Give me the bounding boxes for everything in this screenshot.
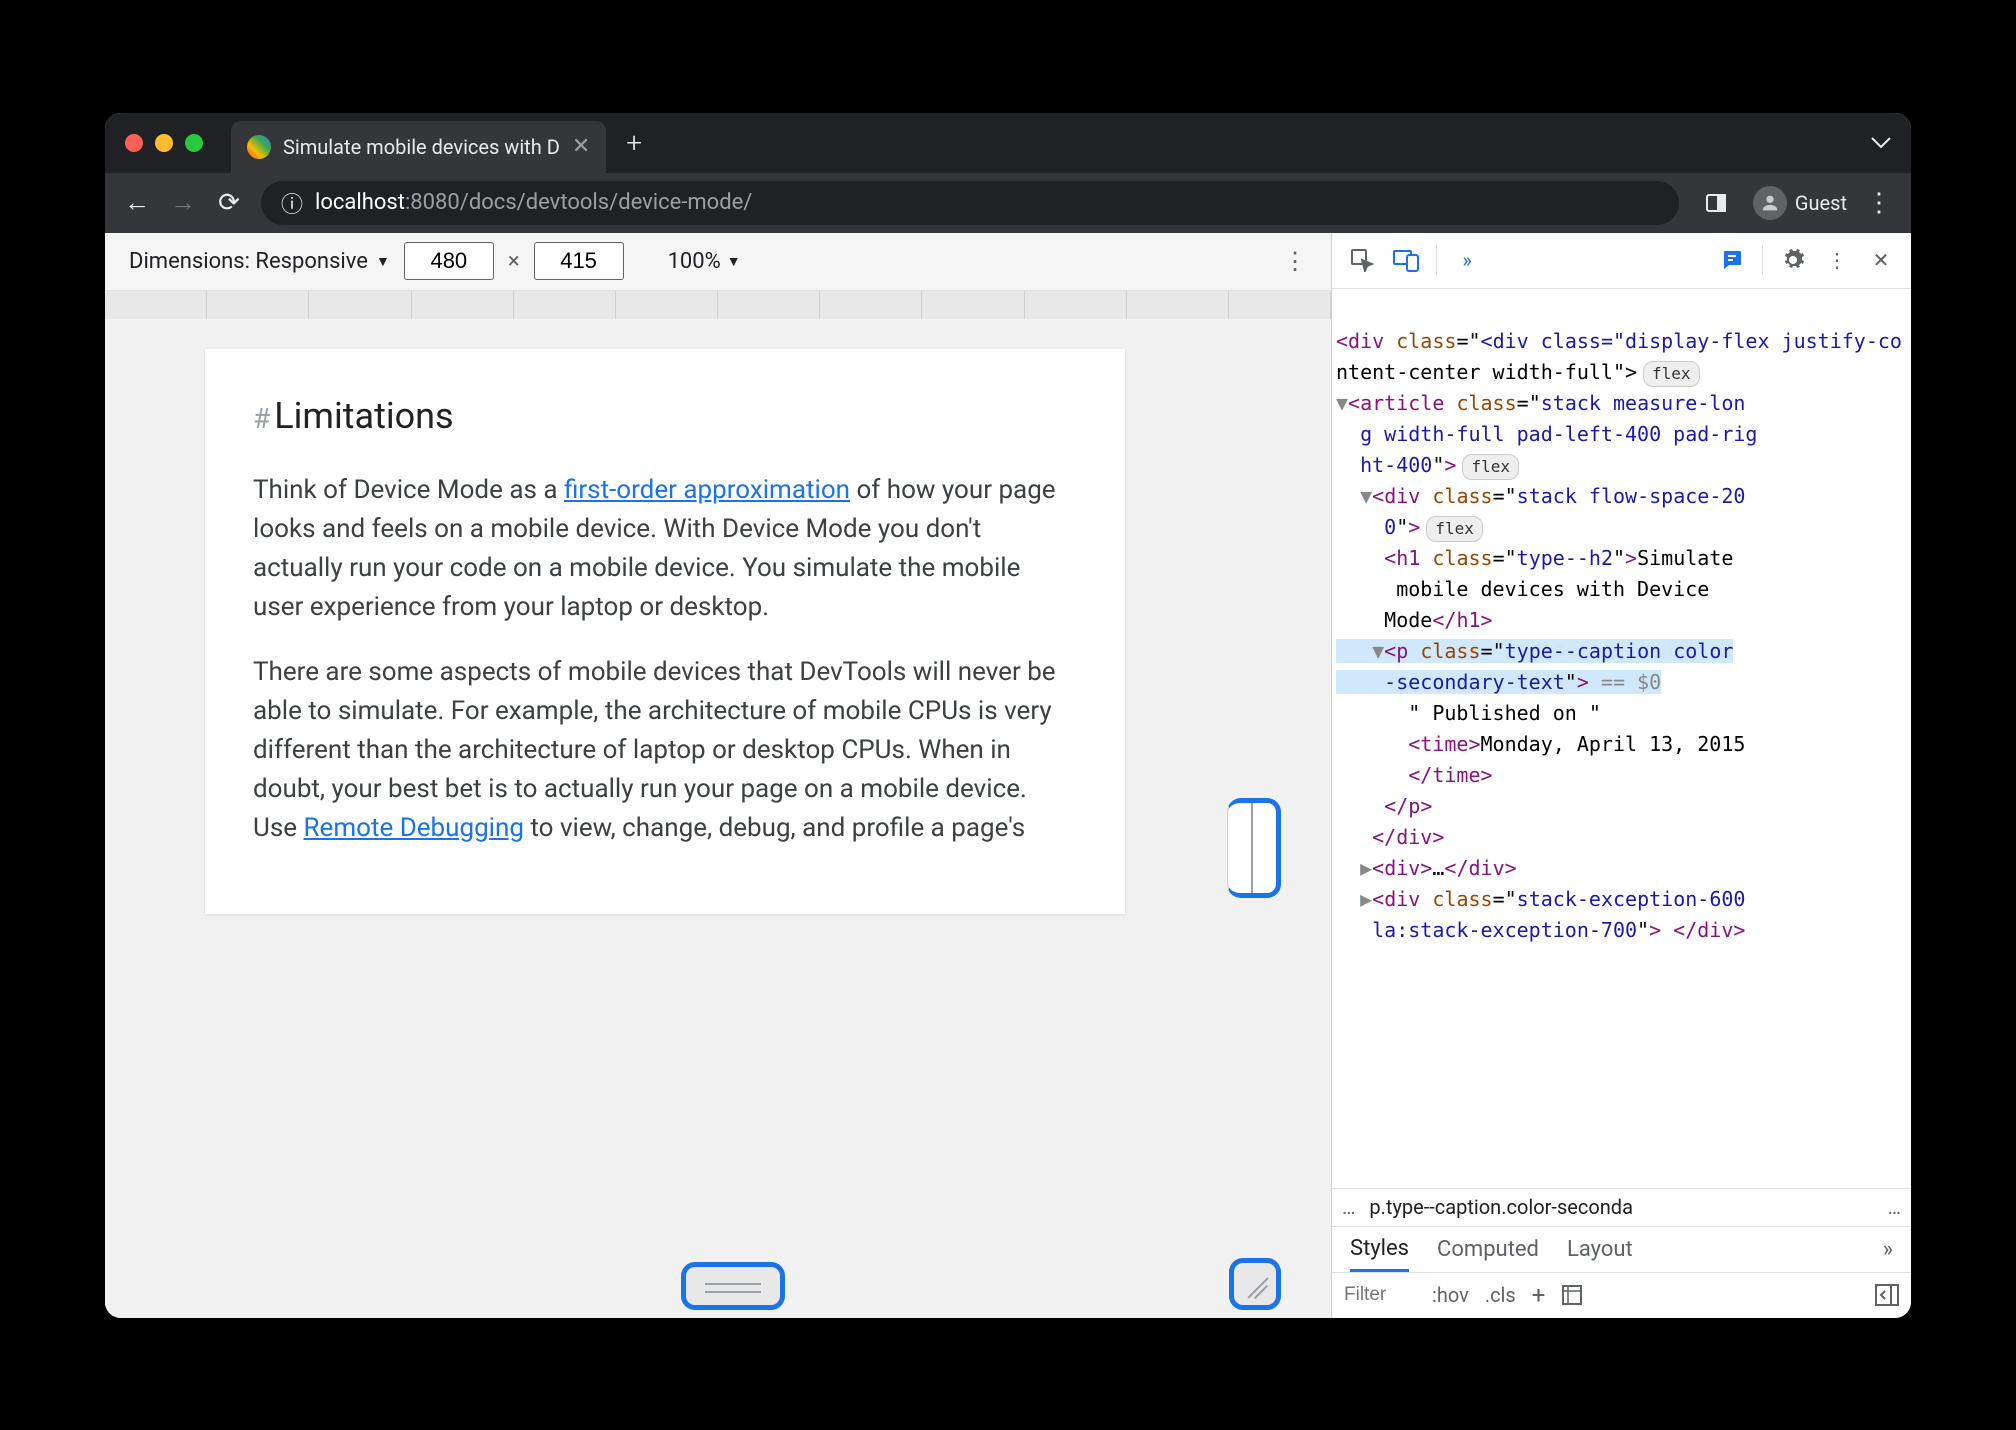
cls-toggle[interactable]: .cls bbox=[1485, 1283, 1516, 1307]
browser-window: Simulate mobile devices with D ✕ + ← → ⟳… bbox=[105, 113, 1911, 1318]
side-panel-icon[interactable] bbox=[1697, 184, 1735, 222]
browser-tab[interactable]: Simulate mobile devices with D ✕ bbox=[231, 121, 606, 173]
devtools-menu-icon[interactable]: ⋮ bbox=[1817, 240, 1857, 280]
hov-toggle[interactable]: :hov bbox=[1432, 1283, 1469, 1307]
resize-handle-right[interactable] bbox=[1227, 798, 1281, 898]
styles-tabs: Styles Computed Layout » bbox=[1332, 1226, 1911, 1272]
url-port: :8080 bbox=[405, 190, 460, 215]
tabs-dropdown-icon[interactable] bbox=[1871, 137, 1891, 149]
simulated-viewport: #Limitations Think of Device Mode as a f… bbox=[105, 319, 1331, 1318]
tabs-more-icon[interactable]: » bbox=[1883, 1237, 1893, 1272]
paragraph: There are some aspects of mobile devices… bbox=[253, 653, 1077, 848]
dimensions-dropdown[interactable]: Dimensions: Responsive ▼ bbox=[129, 249, 390, 274]
crumb-overflow-left[interactable]: … bbox=[1342, 1195, 1355, 1219]
crumb-overflow-right[interactable]: … bbox=[1888, 1195, 1901, 1219]
dropdown-caret-icon: ▼ bbox=[376, 253, 390, 270]
page-content: #Limitations Think of Device Mode as a f… bbox=[205, 349, 1125, 914]
remote-debugging-link[interactable]: Remote Debugging bbox=[304, 813, 524, 843]
paragraph: Think of Device Mode as a first-order ap… bbox=[253, 471, 1077, 627]
first-order-link[interactable]: first-order approximation bbox=[564, 475, 850, 505]
site-info-icon[interactable]: ⓘ bbox=[281, 187, 303, 219]
new-style-rule-icon[interactable]: + bbox=[1532, 1281, 1546, 1309]
breadcrumb-bar[interactable]: … p.type--caption.color-seconda … bbox=[1332, 1188, 1911, 1226]
dropdown-caret-icon: ▼ bbox=[727, 253, 741, 270]
computed-styles-icon[interactable] bbox=[1561, 1284, 1583, 1306]
styles-filter-input[interactable] bbox=[1344, 1284, 1416, 1306]
url-path: /docs/devtools/device-mode/ bbox=[460, 190, 753, 215]
profile-button[interactable]: Guest bbox=[1753, 186, 1847, 220]
tab-layout[interactable]: Layout bbox=[1567, 1237, 1633, 1272]
close-devtools-icon[interactable]: ✕ bbox=[1861, 240, 1901, 280]
browser-menu-icon[interactable]: ⋮ bbox=[1865, 189, 1893, 217]
new-tab-button[interactable]: + bbox=[626, 126, 642, 159]
crumb-path[interactable]: p.type--caption.color-seconda bbox=[1369, 1195, 1633, 1219]
navbar: ← → ⟳ ⓘ localhost:8080/docs/devtools/dev… bbox=[105, 173, 1911, 233]
styles-toolbar: :hov .cls + bbox=[1332, 1272, 1911, 1318]
flex-badge[interactable]: flex bbox=[1426, 516, 1483, 543]
tab-computed[interactable]: Computed bbox=[1437, 1237, 1539, 1272]
reload-button[interactable]: ⟳ bbox=[215, 189, 243, 217]
feedback-icon[interactable] bbox=[1712, 240, 1752, 280]
page-heading: #Limitations bbox=[253, 389, 1077, 443]
content-area: Dimensions: Responsive ▼ × 100% ▼ ⋮ #Lim… bbox=[105, 233, 1911, 1318]
chrome-favicon bbox=[247, 135, 271, 159]
x-separator: × bbox=[508, 249, 520, 274]
avatar-icon bbox=[1753, 186, 1787, 220]
resize-handle-bottom[interactable] bbox=[681, 1262, 785, 1310]
window-controls bbox=[125, 134, 203, 152]
devtools-panel: » ⋮ ✕ <div class="<div class="display-fl… bbox=[1331, 233, 1911, 1318]
elements-tree[interactable]: <div class="<div class="display-flex jus… bbox=[1332, 289, 1911, 1188]
profile-label: Guest bbox=[1795, 191, 1847, 215]
forward-button[interactable]: → bbox=[169, 189, 197, 217]
url-host: localhost bbox=[315, 190, 405, 215]
width-input[interactable] bbox=[404, 242, 494, 280]
address-bar[interactable]: ⓘ localhost:8080/docs/devtools/device-mo… bbox=[261, 181, 1679, 225]
device-mode-pane: Dimensions: Responsive ▼ × 100% ▼ ⋮ #Lim… bbox=[105, 233, 1331, 1318]
ruler bbox=[105, 291, 1331, 319]
resize-handle-corner[interactable] bbox=[1229, 1258, 1281, 1310]
close-tab-icon[interactable]: ✕ bbox=[572, 134, 590, 159]
titlebar: Simulate mobile devices with D ✕ + bbox=[105, 113, 1911, 173]
zoom-dropdown[interactable]: 100% ▼ bbox=[668, 249, 741, 274]
close-window-button[interactable] bbox=[125, 134, 143, 152]
toggle-device-icon[interactable] bbox=[1386, 240, 1426, 280]
back-button[interactable]: ← bbox=[123, 189, 151, 217]
device-toolbar: Dimensions: Responsive ▼ × 100% ▼ ⋮ bbox=[105, 233, 1331, 291]
flex-badge[interactable]: flex bbox=[1462, 454, 1519, 481]
hash-icon: # bbox=[253, 402, 270, 435]
tab-styles[interactable]: Styles bbox=[1350, 1236, 1409, 1272]
devtools-toolbar: » ⋮ ✕ bbox=[1332, 233, 1911, 289]
more-tabs-icon[interactable]: » bbox=[1447, 240, 1487, 280]
fullscreen-window-button[interactable] bbox=[185, 134, 203, 152]
device-options-menu-icon[interactable]: ⋮ bbox=[1283, 247, 1307, 275]
tab-title: Simulate mobile devices with D bbox=[283, 135, 560, 159]
inspect-element-icon[interactable] bbox=[1342, 240, 1382, 280]
height-input[interactable] bbox=[534, 242, 624, 280]
minimize-window-button[interactable] bbox=[155, 134, 173, 152]
flex-badge[interactable]: flex bbox=[1643, 361, 1700, 388]
toggle-sidebar-icon[interactable] bbox=[1875, 1284, 1899, 1306]
settings-gear-icon[interactable] bbox=[1773, 240, 1813, 280]
